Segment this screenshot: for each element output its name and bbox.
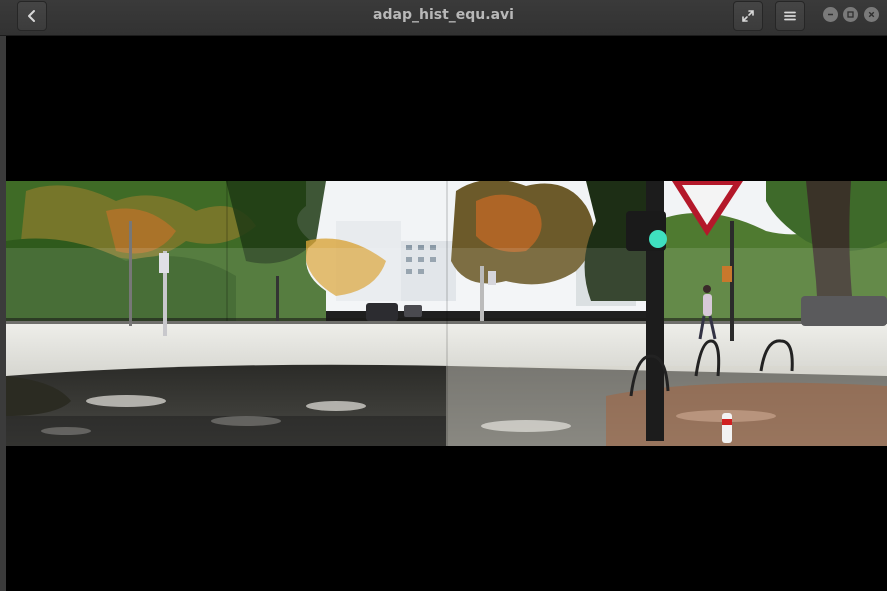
menu-button[interactable] (775, 1, 805, 31)
video-player-window: adap_hist_equ.avi (0, 0, 887, 591)
minimize-button[interactable] (823, 7, 838, 22)
fullscreen-button[interactable] (733, 1, 763, 31)
minimize-icon (828, 13, 833, 16)
video-frame (6, 181, 887, 446)
maximize-button[interactable] (843, 7, 858, 22)
chevron-left-icon (28, 10, 35, 22)
video-viewport[interactable] (6, 36, 887, 591)
close-button[interactable] (864, 7, 879, 22)
maximize-icon (847, 11, 854, 18)
header-bar: adap_hist_equ.avi (0, 0, 887, 36)
close-icon (868, 11, 875, 18)
hamburger-menu-icon (784, 11, 796, 21)
expand-icon (742, 10, 754, 22)
back-button[interactable] (17, 1, 47, 31)
